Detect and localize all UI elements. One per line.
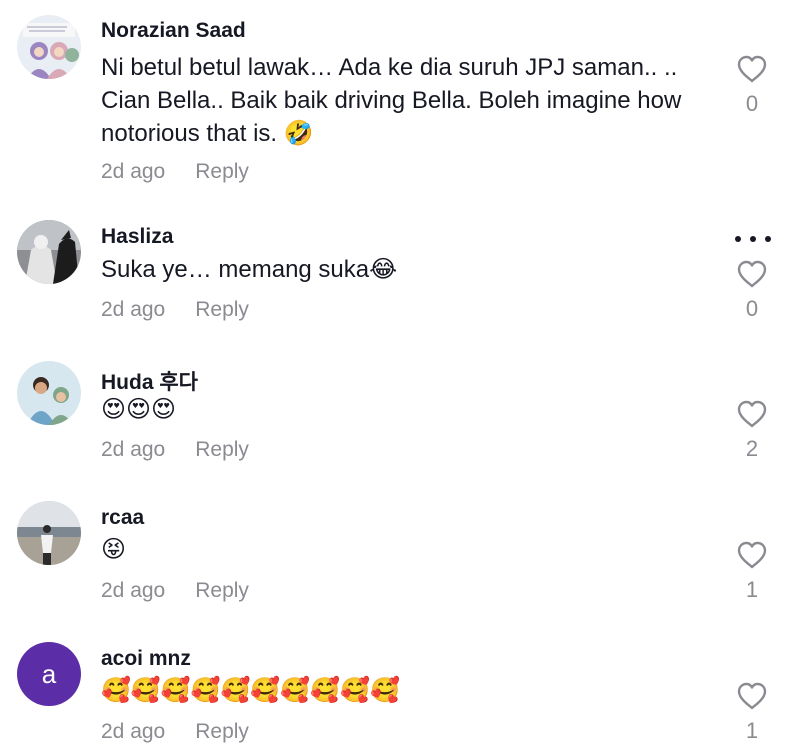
more-horizontal-icon[interactable]: [735, 232, 771, 246]
comment-time: 2d ago: [101, 298, 166, 321]
comment-text: 😍😍😍: [101, 396, 177, 423]
like-button[interactable]: 0: [736, 260, 768, 322]
avatar[interactable]: [17, 361, 81, 425]
comment-meta: 2d ago Reply: [101, 579, 249, 603]
like-count: 0: [745, 296, 759, 321]
comment-time: 2d ago: [101, 160, 166, 183]
reply-button[interactable]: Reply: [195, 298, 249, 321]
like-count: 1: [745, 577, 759, 602]
like-count: 1: [745, 718, 759, 743]
comment-username[interactable]: Hasliza: [101, 225, 173, 249]
comment-text: Ni betul betul lawak… Ada ke dia suruh J…: [101, 54, 682, 147]
avatar-letter: a: [17, 642, 81, 706]
comment-item: rcaa 😝 2d ago Reply 1: [0, 470, 788, 610]
like-button[interactable]: 2: [736, 400, 768, 462]
comment-text: Suka ye… memang suka😂: [101, 256, 398, 283]
comment-meta: 2d ago Reply: [101, 720, 249, 744]
heart-outline-icon: [737, 400, 767, 428]
comment-username[interactable]: Huda 후다: [101, 366, 198, 396]
reply-button[interactable]: Reply: [195, 720, 249, 743]
like-button[interactable]: 1: [736, 682, 768, 744]
avatar[interactable]: [17, 501, 81, 565]
like-count: 2: [745, 436, 759, 461]
comment-username[interactable]: rcaa: [101, 506, 144, 530]
reply-button[interactable]: Reply: [195, 579, 249, 602]
like-button[interactable]: 1: [736, 541, 768, 603]
heart-outline-icon: [737, 260, 767, 288]
avatar[interactable]: [17, 15, 81, 79]
comment-username[interactable]: Norazian Saad: [101, 19, 246, 43]
comment-text: 😝: [101, 536, 127, 563]
avatar-image: [17, 220, 81, 284]
heart-outline-icon: [737, 541, 767, 569]
comment-username[interactable]: acoi mnz: [101, 647, 191, 671]
comment-meta: 2d ago Reply: [101, 298, 249, 322]
comment-item: Hasliza Suka ye… memang suka😂 2d ago Repl…: [0, 190, 788, 330]
reply-button[interactable]: Reply: [195, 160, 249, 183]
heart-outline-icon: [737, 55, 767, 83]
comment-meta: 2d ago Reply: [101, 160, 249, 184]
comment-meta: 2d ago Reply: [101, 438, 249, 462]
like-count: 0: [745, 91, 759, 116]
comment-item: Norazian Saad Ni betul betul lawak… Ada …: [0, 0, 788, 190]
avatar-image: [17, 361, 81, 425]
avatar[interactable]: [17, 220, 81, 284]
avatar[interactable]: a: [17, 642, 81, 706]
comment-item: Huda 후다 😍😍😍 2d ago Reply 2: [0, 330, 788, 470]
comment-text: 🥰🥰🥰🥰🥰🥰🥰🥰🥰🥰: [101, 677, 400, 704]
like-button[interactable]: 0: [736, 55, 768, 117]
comment-time: 2d ago: [101, 438, 166, 461]
avatar-image: [17, 501, 81, 565]
comment-time: 2d ago: [101, 579, 166, 602]
comment-time: 2d ago: [101, 720, 166, 743]
heart-outline-icon: [737, 682, 767, 710]
reply-button[interactable]: Reply: [195, 438, 249, 461]
comment-item: a acoi mnz 🥰🥰🥰🥰🥰🥰🥰🥰🥰🥰 2d ago Reply 1: [0, 610, 788, 748]
avatar-image: [17, 15, 81, 79]
